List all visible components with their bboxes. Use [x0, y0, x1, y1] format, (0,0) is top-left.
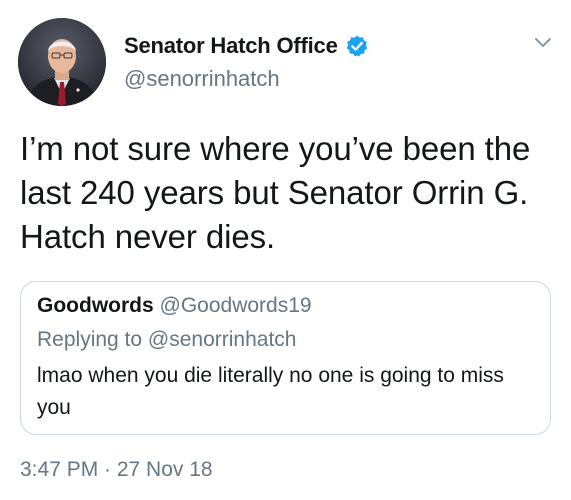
- quoted-tweet-header: Goodwords @Goodwords19: [37, 294, 312, 318]
- author-display-name[interactable]: Senator Hatch Office: [124, 33, 338, 59]
- author-handle[interactable]: @senorrinhatch: [124, 66, 369, 92]
- avatar-portrait-image: [18, 18, 106, 106]
- avatar[interactable]: [18, 18, 106, 106]
- quoted-author-name: Goodwords: [37, 294, 154, 317]
- quoted-tweet-text: lmao when you die literally no one is go…: [37, 364, 504, 419]
- tweet-text: I’m not sure where you’ve been the last …: [20, 130, 531, 255]
- quoted-reply-context: Replying to @senorrinhatch: [37, 328, 297, 351]
- tweet-author[interactable]: Senator Hatch Office @senorrinhatch: [124, 32, 369, 92]
- tweet-card: Senator Hatch Office @senorrinhatch I’m …: [0, 0, 571, 500]
- quoted-author-handle: @Goodwords19: [159, 294, 312, 317]
- author-name-row: Senator Hatch Office: [124, 32, 369, 60]
- chevron-down-icon[interactable]: [533, 32, 553, 52]
- tweet-timestamp[interactable]: 3:47 PM · 27 Nov 18: [20, 458, 213, 482]
- quoted-tweet[interactable]: Goodwords @Goodwords19 Replying to @seno…: [20, 281, 551, 435]
- verified-badge-icon: [345, 34, 369, 58]
